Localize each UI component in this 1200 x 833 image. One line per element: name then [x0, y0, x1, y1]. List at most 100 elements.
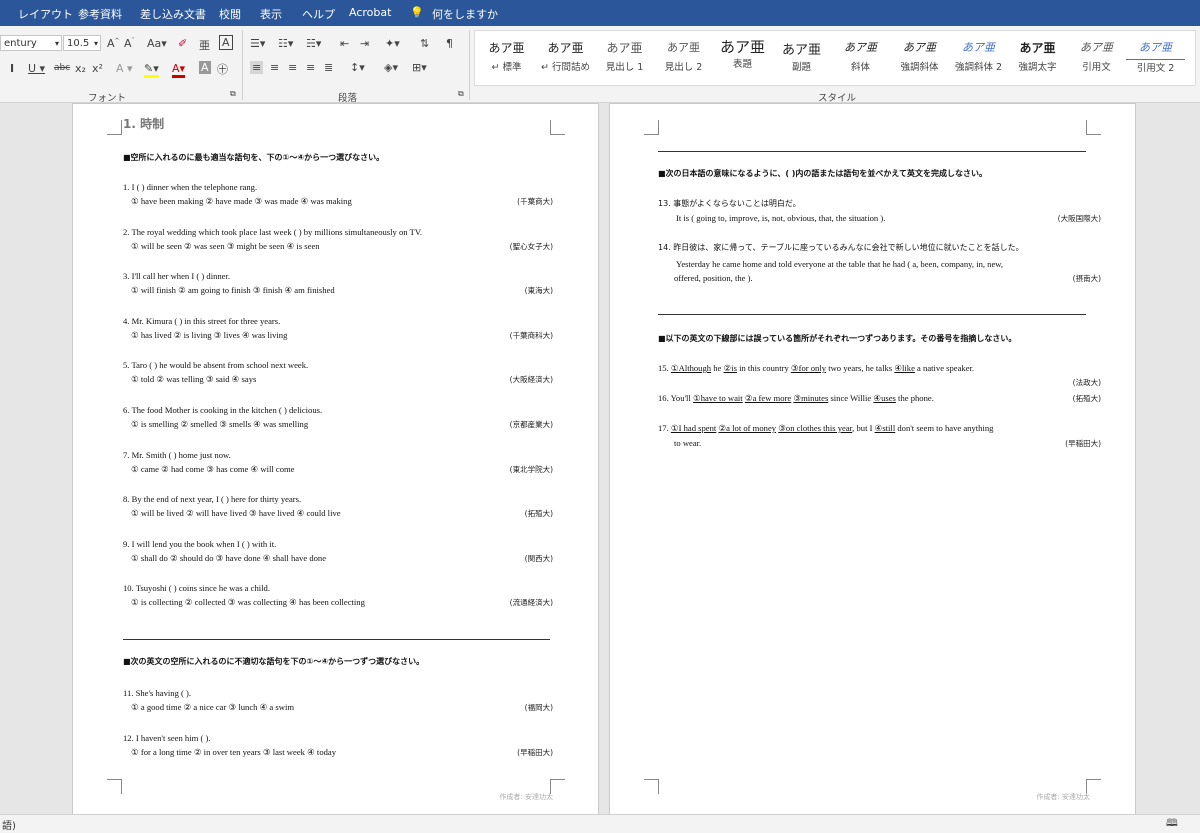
align-center-icon[interactable]: ≡	[270, 61, 279, 74]
style-quote[interactable]: あア亜 引用文	[1067, 31, 1126, 83]
enclosed-char-icon[interactable]: ㊉	[217, 61, 228, 77]
question-options: ① came ② had come ③ has come ④ will come…	[131, 463, 553, 474]
tab-review[interactable]: 校閲	[219, 6, 241, 22]
question-stem: 12. I haven't seen him ( ).	[123, 732, 211, 743]
question-source: (関西大)	[524, 553, 553, 563]
superscript-icon[interactable]: x²	[92, 62, 103, 75]
align-right-icon[interactable]: ≡	[288, 61, 297, 74]
question-options: ① is smelling ② smelled ③ smells ④ was s…	[131, 419, 553, 429]
tab-references[interactable]: 参考資料	[78, 6, 122, 22]
question-source: (東北学院大)	[509, 464, 553, 474]
question-source: (福岡大)	[524, 703, 553, 712]
style-normal[interactable]: あア亜 ↵ 標準	[477, 31, 536, 83]
numbering-icon[interactable]: ☷▾	[278, 37, 293, 50]
tab-acrobat[interactable]: Acrobat	[349, 6, 391, 19]
style-title[interactable]: あア亜 表題	[713, 31, 772, 83]
q14-english-line1: Yesterday he came home and told everyone…	[676, 259, 1004, 269]
question-source: (拓殖大)	[524, 509, 553, 519]
align-left-icon[interactable]: ≡	[250, 61, 264, 74]
divider	[469, 30, 470, 100]
strikethrough-icon[interactable]: abc	[54, 63, 70, 73]
question-options: ① a good time ② a nice car ③ lunch ④ a s…	[131, 702, 553, 712]
style-gallery: あア亜 ↵ 標準 あア亜 ↵ 行間詰め あア亜 見出し 1 あア亜 見出し 2 あア亜表…	[474, 30, 1196, 86]
subscript-icon[interactable]: x₂	[75, 62, 86, 75]
lightbulb-icon[interactable]: 💡	[410, 6, 424, 19]
divider	[242, 30, 243, 100]
style-heading2[interactable]: あア亜 見出し 2	[654, 31, 713, 83]
q13-english: It is ( going to, improve, is, not, obvi…	[676, 213, 1101, 223]
tab-view[interactable]: 表示	[260, 6, 282, 22]
change-case-icon[interactable]: Aa▾	[147, 37, 167, 50]
page-heading: 1. 時制	[123, 117, 165, 131]
clear-format-icon[interactable]: ✐	[178, 37, 187, 50]
underline-icon[interactable]: U ▾	[28, 62, 45, 75]
document-page-2[interactable]: ■次の日本語の意味になるように、( )内の語または語句を並べかえて英文を完成しな…	[609, 103, 1136, 817]
char-border-icon[interactable]: A	[219, 35, 233, 50]
style-emphasis[interactable]: あア亜 斜体	[831, 31, 890, 83]
font-name-box[interactable]: entury ▾	[0, 35, 62, 51]
style-intense-quote[interactable]: あア亜 引用文 2	[1126, 31, 1185, 83]
language-indicator[interactable]: 語)	[2, 817, 16, 832]
style-strong[interactable]: あア亜 強調太字	[1008, 31, 1067, 83]
question-source: (流通経済大)	[509, 598, 553, 608]
paragraph-dialog-launcher-icon[interactable]: ⧉	[458, 89, 464, 99]
question-options: ① told ② was telling ③ said ④ says (大阪経済大…	[131, 374, 553, 385]
read-mode-icon[interactable]: 🕮	[1166, 816, 1178, 833]
instruction-1: ■空所に入れるのに最も適当な語句を、下の①～④から一つ選びなさい。	[123, 153, 385, 162]
document-page-1[interactable]: 1. 時制 ■空所に入れるのに最も適当な語句を、下の①～④から一つ選びなさい。 …	[72, 103, 599, 817]
asian-layout-icon[interactable]: ✦▾	[385, 37, 400, 50]
styles-group-label: スタイル	[818, 93, 857, 104]
question-stem: 2. The royal wedding which took place la…	[123, 226, 423, 237]
style-subtitle[interactable]: あア亜 副題	[772, 31, 831, 83]
grow-font-icon[interactable]: A^	[107, 37, 120, 50]
line-spacing-icon[interactable]: ↕▾	[350, 61, 365, 74]
q17-source: (早稲田大)	[1065, 439, 1101, 448]
bold-icon[interactable]: I	[10, 62, 14, 75]
highlight-icon[interactable]: ✎▾	[144, 62, 159, 78]
margin-corner	[107, 779, 122, 794]
multilevel-list-icon[interactable]: ☵▾	[306, 37, 321, 50]
question-source: (京都産業大)	[509, 420, 553, 429]
tab-layout[interactable]: レイアウト	[18, 6, 73, 22]
question-stem: 5. Taro ( ) he would be absent from scho…	[123, 360, 309, 371]
decrease-indent-icon[interactable]: ⇤	[340, 37, 349, 50]
sort-icon[interactable]: ⇅	[420, 37, 429, 50]
q16-source: (拓殖大)	[1072, 394, 1101, 403]
style-no-spacing[interactable]: あア亜 ↵ 行間詰め	[536, 31, 595, 83]
question-source: (早稲田大)	[517, 747, 553, 757]
q15-sentence: 15. ①Although he ②is in this country ③fo…	[658, 363, 975, 373]
section-divider	[658, 314, 1086, 315]
instruction-3: ■次の日本語の意味になるように、( )内の語または語句を並べかえて英文を完成しな…	[658, 169, 988, 178]
style-intense-emphasis2[interactable]: あア亜 強調斜体 2	[949, 31, 1008, 83]
phonetic-guide-icon[interactable]: 亜	[199, 37, 210, 53]
distributed-icon[interactable]: ≣	[324, 61, 333, 74]
tab-help[interactable]: ヘルプ	[302, 6, 335, 22]
text-effects-icon[interactable]: A ▾	[116, 62, 133, 75]
borders-icon[interactable]: ⊞▾	[412, 61, 427, 74]
justify-icon[interactable]: ≡	[306, 61, 315, 74]
question-options: ① will be seen ② was seen ③ might be see…	[131, 240, 553, 251]
question-options: ① has lived ② is living ③ lives ④ was li…	[131, 329, 553, 340]
increase-indent-icon[interactable]: ⇥	[360, 37, 369, 50]
style-intense-emphasis[interactable]: あア亜 強調斜体	[890, 31, 949, 83]
char-shading-icon[interactable]: A	[199, 61, 211, 74]
style-heading1[interactable]: あア亜 見出し 1	[595, 31, 654, 83]
question-options: ① shall do ② should do ③ have done ④ sha…	[131, 552, 553, 563]
question-source: (聖心女子大)	[509, 241, 553, 251]
margin-corner	[1086, 120, 1101, 135]
ribbon-tab-bar: レイアウト 参考資料 差し込み文書 校閲 表示 ヘルプ Acrobat 💡 何を…	[0, 0, 1200, 26]
page-footer: 作成者: 安達功太	[499, 793, 553, 801]
bullets-icon[interactable]: ☰▾	[250, 37, 265, 50]
q15-source: (法政大)	[1072, 378, 1101, 387]
font-dialog-launcher-icon[interactable]: ⧉	[230, 89, 236, 99]
font-size-box[interactable]: 10.5 ▾	[63, 35, 101, 51]
shrink-font-icon[interactable]: Aˇ	[124, 37, 135, 50]
section-divider	[123, 639, 550, 640]
font-color-icon[interactable]: A▾	[172, 62, 186, 78]
tell-me-search[interactable]: 何をしますか	[432, 6, 498, 22]
shading-icon[interactable]: ◈▾	[384, 61, 398, 74]
show-marks-icon[interactable]: ¶	[446, 37, 453, 50]
q14-japanese: 14. 昨日彼は、家に帰って、テーブルに座っているみんなに会社で新しい地位に就い…	[658, 243, 1024, 252]
tab-mailings[interactable]: 差し込み文書	[140, 6, 206, 22]
question-stem: 9. I will lend you the book when I ( ) w…	[123, 538, 277, 549]
